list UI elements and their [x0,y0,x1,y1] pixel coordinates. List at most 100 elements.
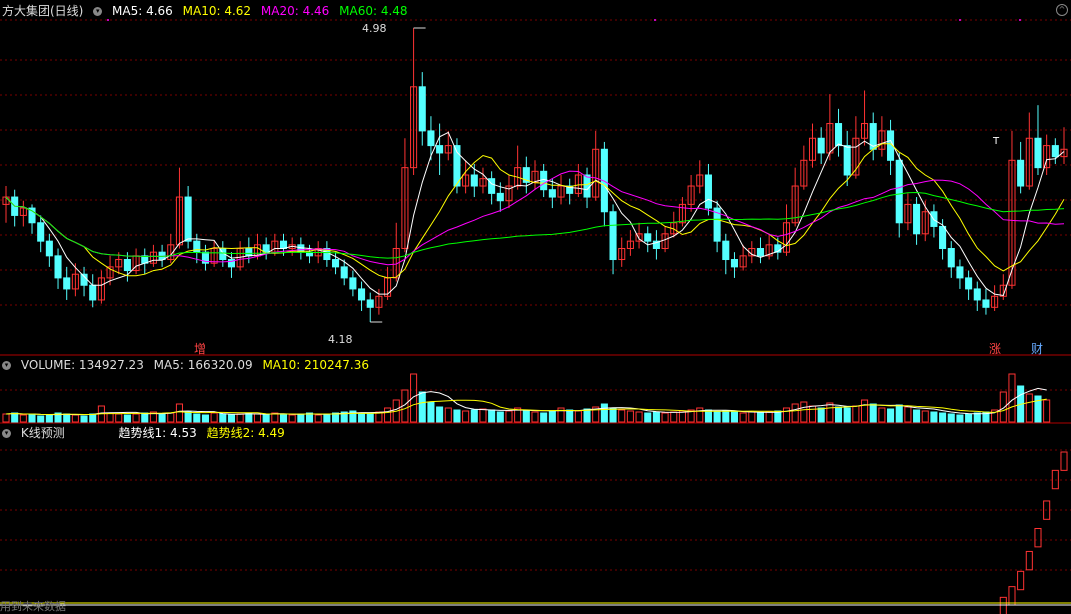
volume-header: ▾ VOLUME: 134927.23 MA5: 166320.09 MA10:… [2,357,375,373]
volume-bar [106,412,114,423]
volume-bar [600,403,608,423]
candle-body [418,86,426,132]
volume-bar [410,373,418,423]
signal-dot [654,19,656,21]
volume-bar [488,409,496,423]
candle-body [89,284,97,301]
volume-bar [635,411,643,423]
volume-settings-icon[interactable]: ▾ [2,361,11,370]
volume-bar [427,401,435,423]
cai-tag[interactable]: 财 [1029,342,1045,356]
volume-bar [63,413,71,423]
indicator-box [999,596,1007,614]
volume-bar [618,409,626,423]
signal-dot [107,19,109,21]
volume-bar [540,412,548,423]
ma5-value: MA5: 4.66 [112,4,173,18]
volume-bar [45,414,53,423]
volume-bar [1043,399,1051,423]
zeng-tag[interactable]: 增 [192,342,208,356]
candle-body [609,211,617,261]
volume-bar [279,413,288,423]
volume-bar [262,414,270,423]
candle-body [895,159,903,224]
candle-body [817,137,825,154]
volume-bar [2,413,10,423]
ma20-value: MA20: 4.46 [260,4,330,18]
volume-bar [756,412,765,423]
volume-bar [479,408,487,423]
volume-bar [574,410,582,423]
indicator-box [1025,550,1033,571]
candle-body [37,222,45,242]
signal-dot [959,19,961,21]
volume-bar [1008,373,1016,423]
volume-bar [887,408,895,423]
volume-bar [548,410,556,423]
indicator-header: ▾ K线预测 趋势线1: 4.53 趋势线2: 4.49 [2,425,291,441]
volume-bar [834,406,843,423]
volume-bar [71,414,79,423]
indicator-box [1008,586,1016,606]
candle-body [245,248,253,257]
candle-body [427,130,435,147]
candle-body [939,225,947,249]
volume-bar [358,412,366,423]
volume-bar [973,412,981,423]
candle-body [540,170,548,191]
candle-body [843,145,851,176]
volume-bar [123,414,131,423]
candle-body [704,174,712,209]
candle-body [45,240,53,257]
volume-bar [37,415,45,423]
candle-body [436,145,444,154]
candle-body [54,255,62,279]
volume-bar [852,405,860,423]
volume-bar [167,412,175,423]
volume-bar [384,407,392,423]
candle-body [722,240,730,261]
volume-bar [28,413,36,423]
collapse-icon[interactable]: ^ [1056,4,1068,16]
volume-bar [696,407,704,423]
volume-bar [1025,393,1033,423]
volume-bar [19,414,27,423]
volume-bar [609,407,617,423]
indicator-settings-icon[interactable]: ▾ [2,429,11,438]
volume-bar [704,409,712,423]
volume-bar [965,413,973,423]
volume-bar [158,413,166,423]
main-header: 方大集团(日线) ▾ MA5: 4.66 MA10: 4.62 MA20: 4.… [2,3,414,19]
volume-bar [652,411,660,423]
zhang-tag[interactable]: 涨 [987,342,1003,356]
volume-bar [227,414,236,423]
volume-bar [730,411,738,423]
volume-bar [314,414,322,423]
volume-bar [861,399,869,423]
volume-bar [843,407,851,423]
high-price-label: 4.98 [362,22,387,35]
volume-bar [531,411,539,423]
volume-bar [236,413,244,423]
volume-value: VOLUME: 134927.23 [20,358,144,372]
volume-bar [297,413,305,423]
volume-bar [505,410,513,423]
volume-bar [800,401,808,423]
stock-chart[interactable] [0,0,1071,614]
volume-bar [878,407,886,423]
volume-bar [288,414,296,423]
volume-bar [583,408,591,423]
volume-bar [366,413,374,423]
volume-bar [713,411,721,423]
candle-body [1051,145,1059,158]
signal-dot [1019,19,1021,21]
candle-body [913,203,921,235]
volume-bar [947,413,955,423]
volume-bar [956,414,964,423]
ma60-line [5,191,1065,259]
candle-body [982,299,990,308]
volume-bar [826,402,834,423]
volume-bar [418,391,426,423]
volume-bar [141,412,149,423]
settings-circle-icon[interactable]: ▾ [93,7,103,16]
